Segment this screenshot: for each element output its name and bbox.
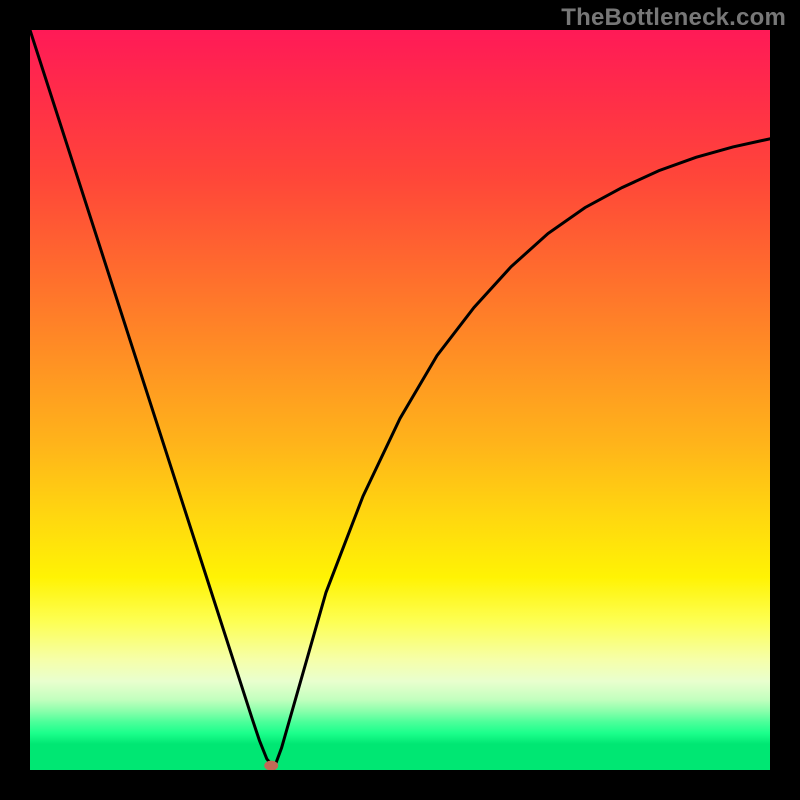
watermark-label: TheBottleneck.com [561, 4, 786, 32]
chart-frame: TheBottleneck.com [0, 0, 800, 800]
plot-area [30, 30, 770, 770]
curve-layer [30, 30, 770, 770]
bottleneck-curve [30, 30, 770, 768]
